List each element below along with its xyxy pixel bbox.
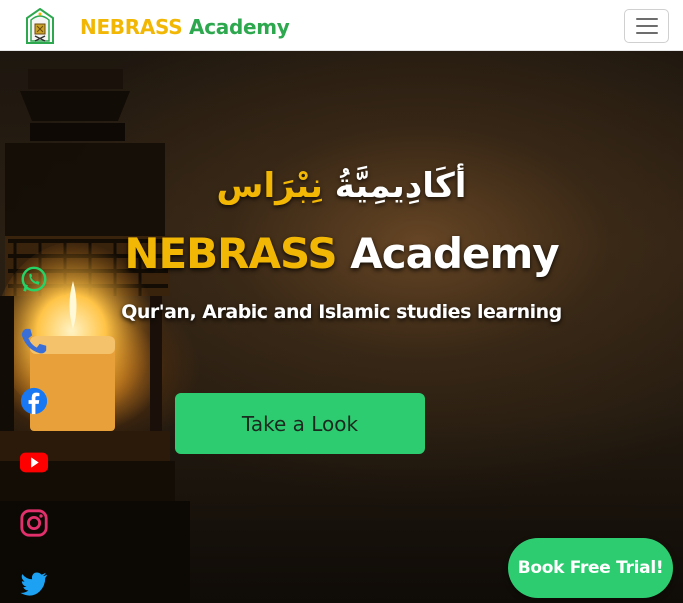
take-a-look-button[interactable]: Take a Look	[175, 393, 425, 454]
hero-title-academy: Academy	[350, 229, 559, 278]
brand-part-academy: Academy	[189, 15, 290, 39]
whatsapp-icon[interactable]	[18, 264, 50, 296]
hamburger-menu-icon[interactable]	[624, 9, 669, 43]
hero-title-nebrass: NEBRASS	[124, 229, 337, 278]
menu-line	[635, 32, 658, 34]
menu-line	[635, 25, 658, 27]
phone-icon[interactable]	[18, 325, 50, 357]
navbar: NEBRASS Academy	[0, 0, 683, 51]
hero-subtitle: Qur'an, Arabic and Islamic studies learn…	[121, 301, 562, 323]
arabic-title-academy: أكَادِيمِيَّةُ	[334, 166, 467, 206]
book-free-trial-button[interactable]: Book Free Trial!	[508, 538, 673, 598]
arabic-title-nebrass: نِبْرَاس	[216, 166, 323, 206]
arabic-title: أكَادِيمِيَّةُ نِبْرَاس	[0, 164, 683, 208]
twitter-icon[interactable]	[18, 567, 50, 599]
brand-part-nebrass: NEBRASS	[80, 15, 183, 39]
hero-section: أكَادِيمِيَّةُ نِبْرَاس NEBRASS Academy …	[0, 51, 683, 603]
facebook-icon[interactable]	[18, 385, 50, 417]
hero-title: NEBRASS Academy	[0, 227, 683, 281]
menu-line	[635, 18, 658, 20]
mosque-lantern-logo-icon[interactable]	[25, 7, 55, 44]
youtube-icon[interactable]	[18, 446, 50, 478]
brand-name[interactable]: NEBRASS Academy	[80, 14, 290, 40]
instagram-icon[interactable]	[18, 507, 50, 539]
